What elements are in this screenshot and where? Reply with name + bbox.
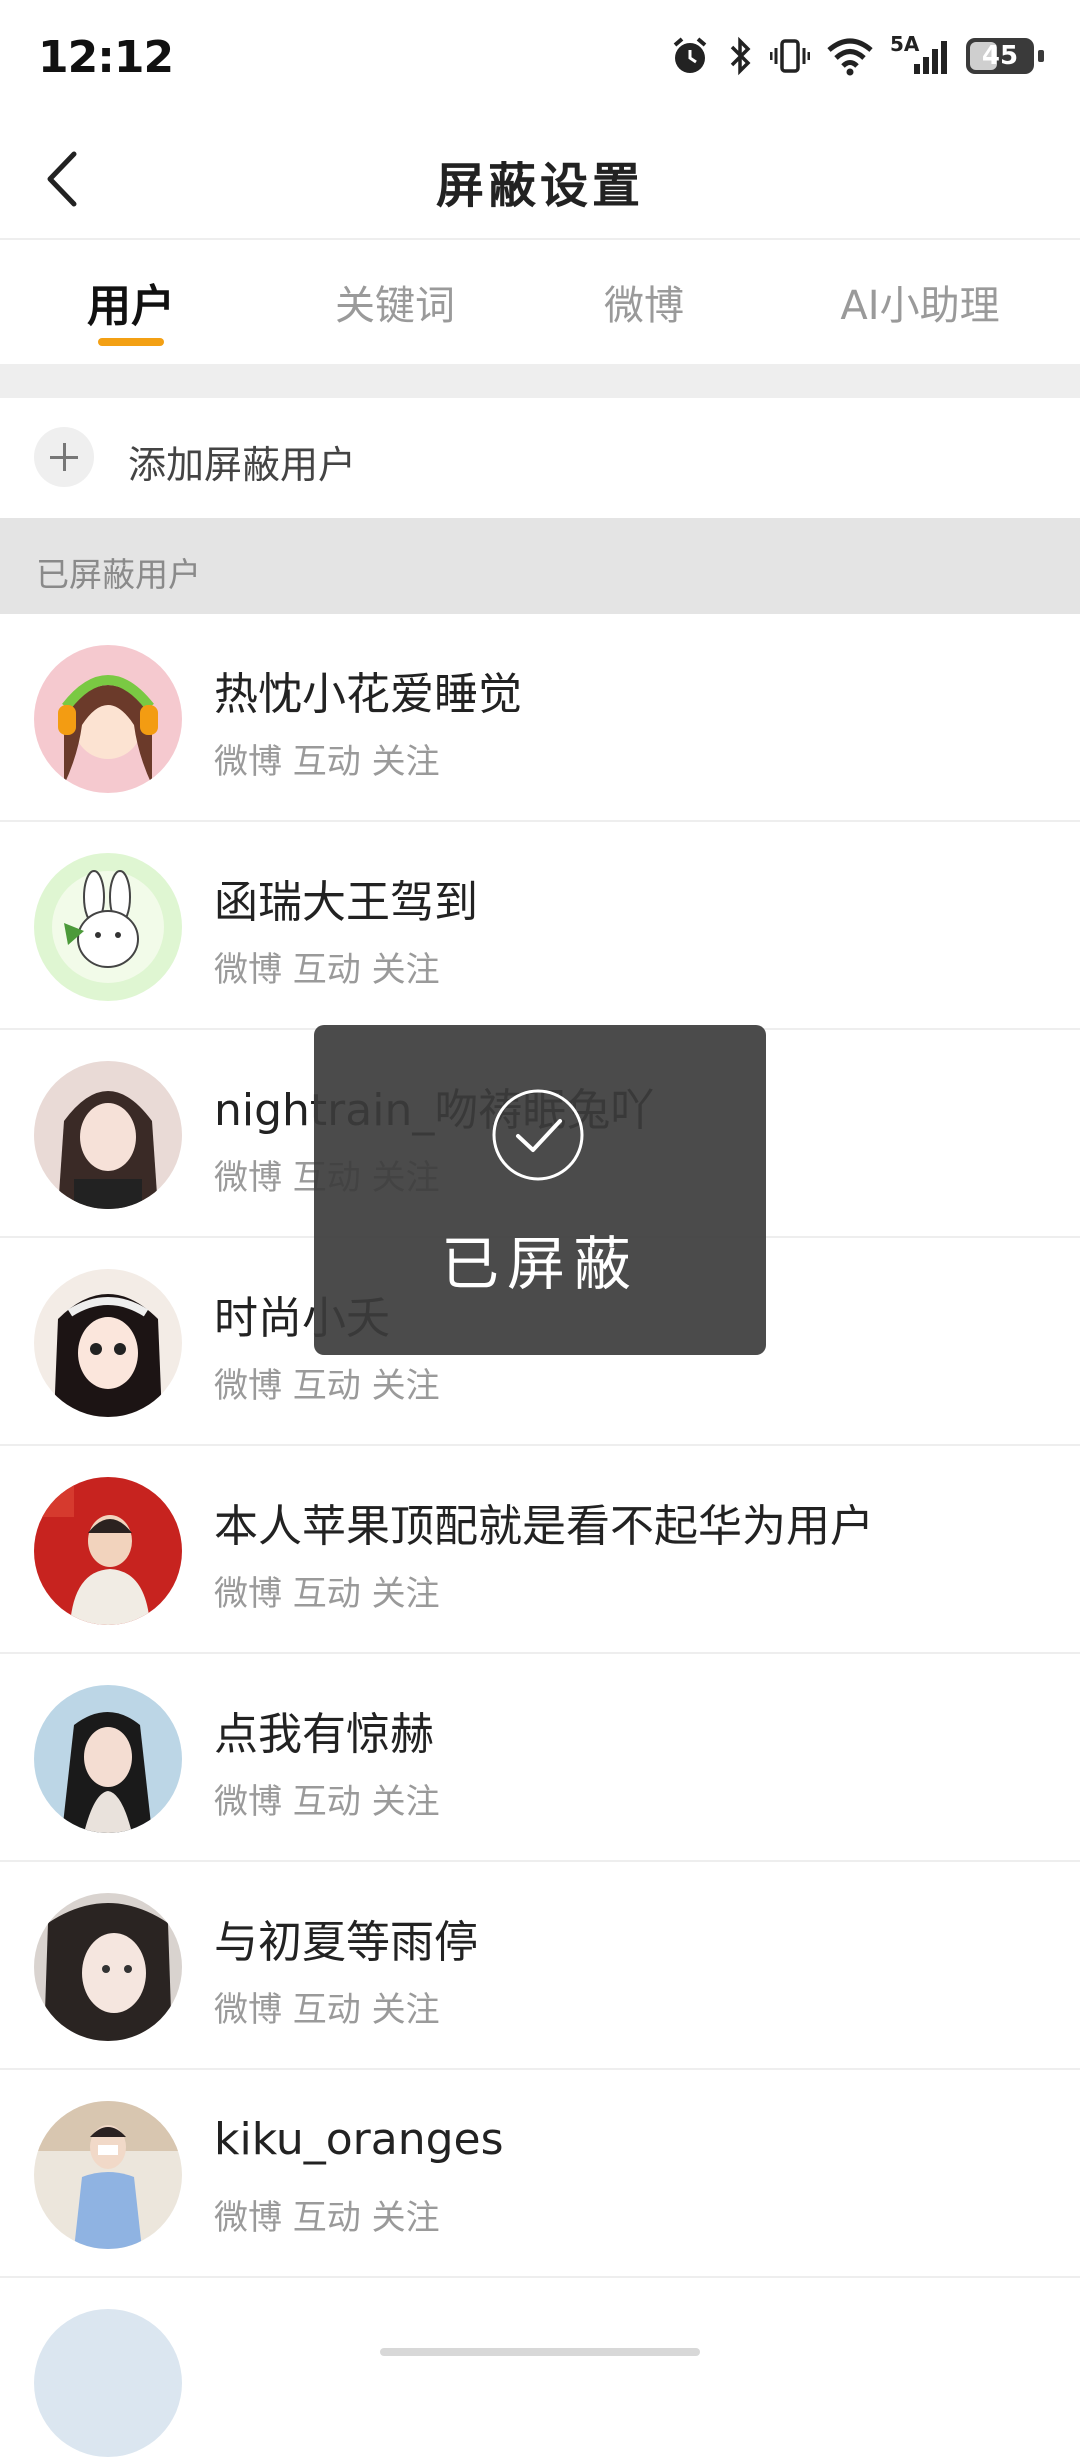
block-scope: 微博 互动 关注 — [214, 2198, 440, 2238]
block-scope: 微博 互动 关注 — [214, 1782, 440, 1822]
status-time: 12:12 — [38, 32, 174, 83]
avatar — [34, 1269, 182, 1417]
block-scope: 微博 互动 关注 — [214, 1990, 440, 2030]
tab-label: 用户 — [87, 281, 175, 332]
avatar — [34, 1061, 182, 1209]
tab-label: 关键词 — [335, 283, 455, 329]
user-name: 与初夏等雨停 — [214, 1917, 478, 1968]
header: 屏蔽设置 — [0, 120, 1080, 240]
toast-message: 已屏蔽 — [440, 1230, 639, 1298]
section-title: 已屏蔽用户 — [36, 555, 201, 594]
avatar — [34, 2309, 182, 2457]
user-name: 本人苹果顶配就是看不起华为用户 — [214, 1501, 874, 1552]
status-bar: 12:12 5A 45 — [0, 0, 1080, 120]
battery-level: 45 — [981, 41, 1019, 71]
block-scope: 微博 互动 关注 — [214, 742, 440, 782]
list-item[interactable]: kiku_oranges 微博 互动 关注 — [0, 2070, 1080, 2278]
vibrate-icon — [770, 39, 810, 73]
block-scope: 微博 互动 关注 — [214, 950, 440, 990]
user-name: 函瑞大王驾到 — [214, 877, 478, 928]
battery-icon: 45 — [966, 36, 1044, 76]
user-name: 热忱小花爱睡觉 — [214, 669, 522, 720]
tab-ai-assistant[interactable]: AI小助理 — [760, 240, 1080, 364]
avatar — [34, 1893, 182, 2041]
section-header: 已屏蔽用户 — [0, 518, 1080, 614]
tab-label: AI小助理 — [840, 283, 1000, 329]
tab-bar: 用户 关键词 微博 AI小助理 — [0, 240, 1080, 364]
avatar — [34, 1685, 182, 1833]
user-name: 点我有惊赫 — [214, 1709, 434, 1760]
active-tab-indicator — [98, 338, 164, 346]
list-item[interactable]: 函瑞大王驾到 微博 互动 关注 — [0, 822, 1080, 1030]
status-icons: 5A 45 — [670, 32, 1044, 76]
list-item[interactable] — [0, 2278, 1080, 2457]
bluetooth-icon — [730, 36, 751, 76]
page-title: 屏蔽设置 — [435, 158, 644, 214]
user-name: kiku_oranges — [214, 2114, 504, 2165]
avatar — [34, 1477, 182, 1625]
add-blocked-user-button[interactable]: 添加屏蔽用户 — [0, 398, 1080, 518]
add-blocked-user-label: 添加屏蔽用户 — [128, 443, 357, 487]
check-circle-icon — [492, 1089, 584, 1181]
block-scope: 微博 互动 关注 — [214, 1574, 440, 1614]
wifi-icon — [827, 38, 873, 76]
list-item[interactable]: 点我有惊赫 微博 互动 关注 — [0, 1654, 1080, 1862]
list-item[interactable]: 本人苹果顶配就是看不起华为用户 微博 互动 关注 — [0, 1446, 1080, 1654]
avatar — [34, 645, 182, 793]
home-indicator[interactable] — [380, 2348, 700, 2356]
plus-icon — [34, 427, 94, 487]
tab-keywords[interactable]: 关键词 — [262, 240, 528, 364]
tab-weibo[interactable]: 微博 — [528, 240, 760, 364]
avatar — [34, 853, 182, 1001]
tab-users[interactable]: 用户 — [0, 240, 262, 364]
divider-band — [0, 364, 1080, 398]
list-item[interactable]: 热忱小花爱睡觉 微博 互动 关注 — [0, 614, 1080, 822]
tab-label: 微博 — [604, 283, 684, 329]
alarm-icon — [673, 37, 707, 73]
avatar — [34, 2101, 182, 2249]
cellular-signal-icon: 5A — [890, 32, 950, 76]
toast: 已屏蔽 — [314, 1025, 766, 1355]
list-item[interactable]: 与初夏等雨停 微博 互动 关注 — [0, 1862, 1080, 2070]
blocked-user-list: 热忱小花爱睡觉 微博 互动 关注 函瑞大王驾到 微博 互动 关注 nightra… — [0, 614, 1080, 2457]
block-scope: 微博 互动 关注 — [214, 1366, 440, 1406]
